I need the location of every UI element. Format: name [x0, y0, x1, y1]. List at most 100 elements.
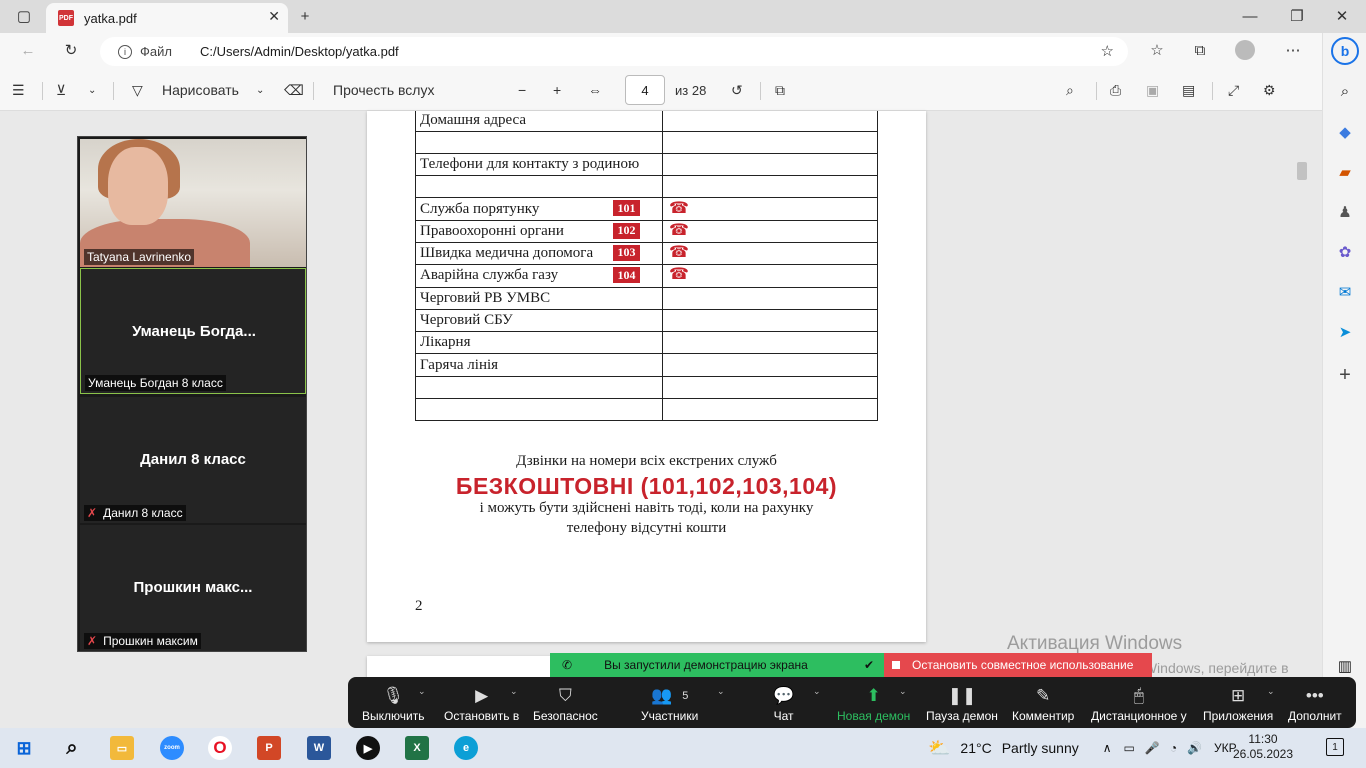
- row-label-cell: Швидка медична допомога 103: [415, 241, 663, 266]
- draw-icon[interactable]: ▽: [132, 78, 143, 102]
- video-person-face: [108, 147, 168, 225]
- taskbar-search-icon[interactable]: ⌕: [60, 736, 84, 760]
- refresh-icon[interactable]: ↻: [57, 38, 85, 62]
- participant-tile-video[interactable]: Tatyana Lavrinenko: [80, 139, 306, 267]
- sidebar-games-icon[interactable]: ♟: [1323, 199, 1366, 225]
- weather-desc[interactable]: Partly sunny: [1002, 740, 1079, 756]
- stop-share-button[interactable]: Остановить совместное использование: [884, 653, 1152, 677]
- collections-icon[interactable]: ⧉: [1186, 38, 1214, 62]
- sidebar-outlook-icon[interactable]: ✉: [1323, 279, 1366, 305]
- media-player-icon[interactable]: ▶: [356, 736, 380, 760]
- participant-tile[interactable]: Прошкин макс... ✗ Прошкин максим: [80, 525, 306, 651]
- security-button[interactable]: ⛉ Безопаснос: [533, 683, 598, 725]
- profile-avatar[interactable]: [1231, 38, 1259, 62]
- row-label: Швидка медична допомога: [420, 245, 594, 262]
- contents-icon[interactable]: ☰: [12, 78, 25, 102]
- sidebar-tools-icon[interactable]: ▰: [1323, 159, 1366, 185]
- zoom-out-icon[interactable]: −: [518, 78, 526, 102]
- print-icon[interactable]: ⎙: [1110, 78, 1121, 102]
- bing-icon[interactable]: b: [1331, 37, 1359, 65]
- weather-icon[interactable]: ⛅: [928, 738, 950, 759]
- participants-icon: 👥 5: [651, 686, 689, 705]
- save-as-icon[interactable]: ▤: [1182, 78, 1195, 102]
- sidebar-office-icon[interactable]: ✿: [1323, 239, 1366, 265]
- settings-gear-icon[interactable]: ⚙: [1263, 78, 1276, 102]
- highlight-chevron-icon[interactable]: ⌄: [88, 78, 96, 102]
- scrollbar-thumb[interactable]: [1297, 162, 1307, 180]
- close-window-icon[interactable]: ✕: [1328, 4, 1356, 28]
- start-windows-icon[interactable]: ⊞: [12, 736, 36, 760]
- back-icon[interactable]: ←: [14, 38, 42, 62]
- page-number-input[interactable]: 4: [625, 75, 665, 105]
- rotate-icon[interactable]: ↺: [731, 78, 743, 102]
- mic-muted-icon: ✗: [87, 506, 98, 520]
- more-button[interactable]: ••• Дополнит: [1288, 683, 1342, 725]
- fullscreen-icon[interactable]: ⤢: [1228, 78, 1239, 102]
- save-icon[interactable]: ▣: [1146, 78, 1159, 102]
- row-value-cell: ☎: [662, 264, 878, 288]
- table-row: Правоохоронні органи 102 ☎: [415, 219, 878, 243]
- tray-mic-icon[interactable]: 🎤: [1145, 741, 1160, 755]
- favorites-icon[interactable]: ☆: [1143, 38, 1171, 62]
- participant-tile[interactable]: Данил 8 класс ✗ Данил 8 класс: [80, 397, 306, 523]
- stop-video-button[interactable]: ▶ Остановить в ⌄: [444, 683, 519, 725]
- volume-icon[interactable]: 🔊: [1187, 741, 1202, 755]
- opera-icon[interactable]: O: [208, 736, 232, 760]
- table-row: Лікарня: [415, 331, 878, 355]
- annotate-button[interactable]: ✎ Комментир: [1012, 683, 1074, 725]
- notification-center-icon[interactable]: 1: [1326, 738, 1344, 756]
- pen-icon: ✎: [1036, 686, 1051, 705]
- zoom-in-icon[interactable]: +: [553, 78, 561, 102]
- address-url[interactable]: C:/Users/Admin/Desktop/yatka.pdf: [200, 44, 399, 59]
- apps-button[interactable]: ⊞ Приложения ⌄: [1203, 683, 1275, 725]
- taskbar-clock[interactable]: 11:30 26.05.2023: [1224, 732, 1302, 762]
- fit-page-icon[interactable]: ⇔: [588, 78, 602, 102]
- tab-yatka[interactable]: PDF yatka.pdf ✕: [46, 3, 288, 33]
- stop-icon: [892, 661, 900, 669]
- minimize-icon[interactable]: —: [1236, 4, 1264, 28]
- remote-control-button[interactable]: 🖱 Дистанционное у: [1091, 683, 1187, 725]
- share-shield-icon: ✆: [562, 658, 573, 672]
- powerpoint-icon[interactable]: P: [257, 736, 281, 760]
- file-explorer-icon[interactable]: ▭: [110, 736, 134, 760]
- sidebar-search-icon[interactable]: ⌕: [1323, 78, 1366, 104]
- tab-actions-icon[interactable]: ▢: [10, 4, 38, 28]
- new-tab-icon[interactable]: +: [291, 4, 319, 28]
- note-highlight: БЕЗКОШТОВНІ (101,102,103,104): [455, 473, 838, 499]
- sidebar-layout-icon[interactable]: ▥: [1323, 653, 1366, 679]
- pause-share-button[interactable]: ❚❚ Пауза демон: [926, 683, 998, 725]
- draw-button[interactable]: Нарисовать: [162, 78, 239, 102]
- search-icon[interactable]: ⌕: [1066, 78, 1074, 102]
- eraser-icon[interactable]: ⌫: [284, 78, 304, 102]
- sidebar-send-icon[interactable]: ➤: [1323, 319, 1366, 345]
- menu-dots-icon[interactable]: ⋯: [1279, 38, 1307, 62]
- maximize-icon[interactable]: ❐: [1283, 4, 1311, 28]
- chat-button[interactable]: 💬 Чат ⌄: [773, 683, 821, 725]
- address-bar-row: ← ↻ i Файл C:/Users/Admin/Desktop/yatka.…: [0, 33, 1322, 70]
- add-favorite-icon[interactable]: ☆: [1101, 42, 1114, 60]
- tray-chevron-icon[interactable]: ∧: [1103, 741, 1112, 755]
- sidebar-shopping-icon[interactable]: ◆: [1323, 119, 1366, 145]
- excel-icon[interactable]: X: [405, 736, 429, 760]
- row-value-cell: [662, 111, 878, 132]
- participant-tile-active[interactable]: Уманець Богда... Уманець Богдан 8 класс: [80, 268, 306, 394]
- mute-button[interactable]: 🎙 Выключить ⌄: [362, 683, 426, 725]
- edge-icon[interactable]: e: [454, 736, 478, 760]
- page-view-icon[interactable]: ⧉: [775, 78, 785, 102]
- wifi-icon[interactable]: ◔: [1170, 741, 1177, 755]
- draw-chevron-icon[interactable]: ⌄: [256, 78, 264, 102]
- info-icon[interactable]: i: [118, 44, 132, 59]
- new-share-button[interactable]: ⬆ Новая демон ⌄: [837, 683, 910, 725]
- row-label: Правоохоронні органи: [420, 222, 564, 239]
- highlight-icon[interactable]: ⊻: [56, 78, 66, 102]
- row-label: Черговий РВ УМВС: [420, 289, 551, 306]
- read-aloud-button[interactable]: Прочесть вслух: [333, 78, 434, 102]
- zoom-app-icon[interactable]: zoom: [160, 736, 184, 760]
- sidebar-add-icon[interactable]: +: [1323, 362, 1366, 388]
- word-icon[interactable]: W: [307, 736, 331, 760]
- tab-close-icon[interactable]: ✕: [268, 8, 280, 25]
- address-field[interactable]: i Файл C:/Users/Admin/Desktop/yatka.pdf …: [100, 37, 1128, 66]
- participants-button[interactable]: 👥 5 Участники ⌄: [641, 683, 725, 725]
- weather-temp[interactable]: 21°C: [960, 740, 991, 756]
- battery-icon[interactable]: ▭: [1124, 741, 1135, 755]
